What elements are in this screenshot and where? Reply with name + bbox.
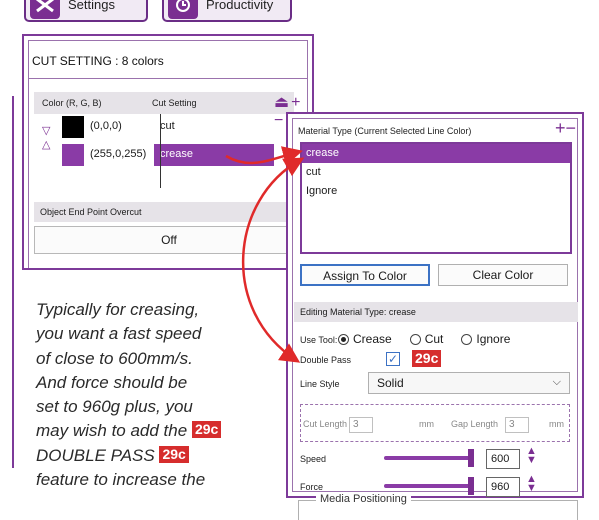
reference-tag: 29c bbox=[191, 421, 222, 439]
double-pass-label: Double Pass bbox=[300, 355, 352, 365]
line-style-value: Solid bbox=[377, 376, 404, 390]
media-positioning-label: Media Positioning bbox=[316, 493, 411, 505]
color-row[interactable]: (0,0,0) cut bbox=[34, 116, 304, 138]
cut-setting-title: CUT SETTING : 8 colors bbox=[32, 54, 164, 68]
gap-length-label: Gap Length bbox=[451, 419, 499, 429]
radio-ignore[interactable]: Ignore bbox=[461, 332, 510, 346]
radio-crease[interactable]: Crease bbox=[338, 332, 392, 346]
settings-icon bbox=[30, 0, 60, 19]
top-toolbar: Settings Productivity bbox=[0, 0, 599, 24]
unit-label: mm bbox=[549, 419, 564, 429]
note-line-text: DOUBLE PASS bbox=[36, 445, 155, 465]
gap-length-field[interactable]: 3 bbox=[505, 417, 529, 433]
color-rgb: (255,0,255) bbox=[90, 148, 147, 160]
speed-slider[interactable] bbox=[384, 456, 472, 460]
force-label: Force bbox=[300, 482, 324, 492]
note-line: of close to 600mm/s. bbox=[36, 348, 193, 368]
reference-tag: 29c bbox=[159, 445, 189, 463]
material-panel: Material Type (Current Selected Line Col… bbox=[286, 112, 584, 498]
material-actions: +− bbox=[555, 118, 576, 139]
radio-label: Cut bbox=[424, 332, 444, 346]
cut-setting-panel: CUT SETTING : 8 colors Color (R, G, B) C… bbox=[22, 34, 314, 270]
material-list[interactable]: crease cut Ignore bbox=[300, 142, 572, 254]
productivity-button[interactable]: Productivity bbox=[162, 0, 292, 22]
color-column-header: Color (R, G, B) bbox=[42, 98, 102, 108]
material-item-crease[interactable]: crease bbox=[302, 144, 570, 163]
eject-icon[interactable]: ⏏ bbox=[274, 94, 289, 111]
dash-length-group: Cut Length 3 mm Gap Length 3 mm bbox=[300, 404, 570, 442]
radio-cut[interactable]: Cut bbox=[409, 332, 444, 346]
reference-tag: 29c bbox=[412, 350, 442, 367]
radio-label: Crease bbox=[353, 332, 392, 346]
note-line: set to 960g plus, you bbox=[36, 397, 193, 417]
radio-dot bbox=[338, 333, 349, 345]
force-slider[interactable] bbox=[384, 484, 472, 488]
settings-label: Settings bbox=[68, 0, 115, 12]
force-slider-thumb[interactable] bbox=[468, 477, 474, 495]
material-item-cut[interactable]: cut bbox=[302, 163, 570, 182]
speed-input[interactable]: 600 bbox=[486, 449, 520, 469]
radio-label: Ignore bbox=[476, 332, 511, 346]
radio-dot bbox=[409, 333, 421, 345]
note-line: may wish to add the 29c bbox=[36, 419, 268, 443]
note-line: DOUBLE PASS 29c bbox=[36, 444, 268, 468]
remove-icon[interactable]: − bbox=[565, 118, 576, 138]
double-pass-checkbox[interactable]: ✓ bbox=[386, 352, 400, 366]
speed-slider-thumb[interactable] bbox=[468, 449, 474, 467]
tool-radio-group: Crease Cut Ignore bbox=[338, 332, 510, 346]
note-line: And force should be bbox=[36, 372, 188, 392]
settings-button[interactable]: Settings bbox=[24, 0, 148, 22]
speed-label: Speed bbox=[300, 454, 327, 464]
left-panel-border bbox=[0, 96, 14, 468]
editing-material-header: Editing Material Type: crease bbox=[294, 302, 578, 322]
cut-length-field[interactable]: 3 bbox=[349, 417, 373, 433]
overcut-header: Object End Point Overcut bbox=[34, 202, 304, 222]
color-swatch bbox=[62, 116, 84, 138]
note-line: feature to increase the bbox=[36, 470, 206, 490]
cut-setting-value[interactable]: crease bbox=[154, 144, 274, 166]
unit-label: mm bbox=[419, 419, 434, 429]
add-icon[interactable]: + bbox=[291, 94, 300, 111]
column-divider bbox=[160, 114, 161, 188]
force-input[interactable]: 960 bbox=[486, 477, 520, 497]
productivity-label: Productivity bbox=[206, 0, 274, 12]
note-line: Typically for creasing, bbox=[36, 300, 200, 319]
note-line: you want a fast speed bbox=[36, 324, 202, 344]
speed-stepper-icon[interactable]: ▲ ▼ bbox=[526, 446, 537, 466]
productivity-icon bbox=[168, 0, 198, 19]
radio-dot bbox=[461, 333, 473, 345]
use-tool-label: Use Tool: bbox=[300, 335, 338, 345]
line-style-select[interactable]: Solid ⌵ bbox=[368, 372, 570, 394]
add-icon[interactable]: + bbox=[555, 118, 566, 138]
cut-setting-column-header: Cut Setting bbox=[152, 98, 197, 108]
material-item-ignore[interactable]: Ignore bbox=[302, 182, 570, 201]
color-rgb: (0,0,0) bbox=[90, 120, 122, 132]
divider bbox=[28, 78, 308, 79]
line-style-label: Line Style bbox=[300, 379, 340, 389]
material-title: Material Type (Current Selected Line Col… bbox=[298, 126, 472, 136]
color-row[interactable]: (255,0,255) crease bbox=[34, 144, 304, 166]
force-stepper-icon[interactable]: ▲ ▼ bbox=[526, 474, 537, 494]
note-line-text: may wish to add the bbox=[36, 421, 188, 441]
overcut-toggle-button[interactable]: Off bbox=[34, 226, 304, 254]
color-table-header: Color (R, G, B) Cut Setting bbox=[34, 92, 294, 114]
instruction-note: Typically for creasing, you want a fast … bbox=[36, 298, 268, 492]
cut-length-label: Cut Length bbox=[303, 419, 348, 429]
color-swatch bbox=[62, 144, 84, 166]
assign-to-color-button[interactable]: Assign To Color bbox=[300, 264, 430, 286]
chevron-down-icon: ⌵ bbox=[552, 376, 561, 388]
cut-setting-value[interactable]: cut bbox=[154, 116, 274, 138]
clear-color-button[interactable]: Clear Color bbox=[438, 264, 568, 286]
